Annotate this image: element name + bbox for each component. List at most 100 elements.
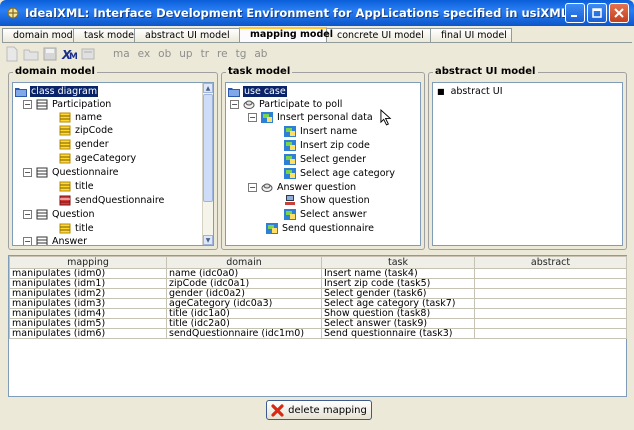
- collapse-icon[interactable]: −: [23, 168, 32, 177]
- table-row[interactable]: manipulates (idm4) title (idc1a0) Show q…: [9, 308, 627, 319]
- save-icon[interactable]: [42, 46, 58, 62]
- tree-node-agecategory[interactable]: ageCategory: [59, 152, 137, 165]
- attribute-icon: [59, 223, 71, 234]
- toolbar-ma[interactable]: ma: [113, 48, 130, 60]
- minimize-button[interactable]: [565, 3, 585, 23]
- tree-node-label: Participation: [52, 99, 112, 110]
- tree-node-label: title: [75, 223, 94, 234]
- tree-node-questionnaire[interactable]: − Questionnaire: [23, 166, 120, 179]
- toolbar-tr[interactable]: tr: [201, 48, 209, 60]
- table-row[interactable]: manipulates (idm3) ageCategory (idc0a3) …: [9, 298, 627, 309]
- tree-node-insert-personal-data[interactable]: − Insert personal data: [248, 111, 374, 124]
- tree-node-insert-name[interactable]: Insert name: [284, 125, 358, 138]
- tab-mapping-model[interactable]: mapping model: [239, 27, 333, 42]
- tree-node-select-gender[interactable]: Select gender: [284, 153, 367, 166]
- delete-mapping-button[interactable]: delete mapping: [266, 400, 372, 420]
- collapse-icon[interactable]: −: [230, 100, 239, 109]
- close-button[interactable]: [609, 3, 629, 23]
- domain-tree[interactable]: class diagram − Participation name zipCo…: [12, 82, 214, 246]
- tree-node-title[interactable]: title: [59, 180, 95, 193]
- tree-root-label: class diagram: [30, 86, 99, 97]
- collapse-icon[interactable]: −: [248, 183, 257, 192]
- collapse-icon[interactable]: −: [23, 237, 32, 245]
- abstract-ui-list[interactable]: ■ abstract UI: [432, 82, 623, 246]
- delete-icon: [271, 403, 284, 417]
- tab-task-model[interactable]: task model: [73, 28, 137, 42]
- cell-task: Show question (task8): [321, 308, 475, 319]
- task-tree[interactable]: use case − Participate to poll − Insert …: [225, 82, 421, 246]
- toolbar-ob[interactable]: ob: [158, 48, 171, 60]
- tree-node-label: Insert personal data: [277, 112, 373, 123]
- cell-domain: sendQuestionnaire (idc1m0): [166, 328, 322, 339]
- column-header-mapping[interactable]: mapping: [9, 256, 167, 269]
- toolbar-ab[interactable]: ab: [254, 48, 267, 60]
- toolbar-tg[interactable]: tg: [236, 48, 247, 60]
- table-row[interactable]: manipulates (idm6) sendQuestionnaire (id…: [9, 328, 627, 339]
- tree-node-answer-question[interactable]: − Answer question: [248, 181, 357, 194]
- tree-node-zipcode[interactable]: zipCode: [59, 124, 114, 137]
- xml-icon[interactable]: XM: [61, 46, 77, 62]
- tree-node-sendquestionnaire[interactable]: sendQuestionnaire: [59, 194, 165, 207]
- mapping-table[interactable]: mapping domain task abstract manipulates…: [8, 255, 627, 397]
- tree-node-label: Answer question: [277, 182, 357, 193]
- toolbar-re[interactable]: re: [217, 48, 228, 60]
- column-header-task[interactable]: task: [321, 256, 475, 269]
- maximize-button[interactable]: [587, 3, 607, 23]
- title-bar[interactable]: IdealXML: Interface Development Environm…: [0, 0, 634, 26]
- collapse-icon[interactable]: −: [23, 100, 32, 109]
- cell-mapping: manipulates (idm1): [9, 278, 167, 289]
- tree-root-use-case[interactable]: use case: [228, 85, 287, 98]
- open-icon[interactable]: [23, 46, 39, 62]
- cell-task: Insert zip code (task5): [321, 278, 475, 289]
- tree-node-label: Send questionnaire: [282, 223, 375, 234]
- tree-node-gender[interactable]: gender: [59, 138, 110, 151]
- toolbar-ex[interactable]: ex: [138, 48, 151, 60]
- cell-task: Select answer (task9): [321, 318, 475, 329]
- folder-icon: [15, 88, 27, 97]
- attribute-icon: [59, 125, 71, 136]
- interaction-task-icon: [284, 209, 296, 220]
- tree-node-select-answer[interactable]: Select answer: [284, 208, 368, 221]
- list-item-abstract-ui[interactable]: ■ abstract UI: [437, 85, 504, 98]
- interaction-task-icon: [284, 154, 296, 165]
- collapse-icon[interactable]: −: [248, 113, 257, 122]
- scroll-up-icon[interactable]: ▲: [203, 83, 213, 93]
- tab-concrete-ui-model[interactable]: concrete UI model: [326, 28, 431, 42]
- collapse-icon[interactable]: −: [23, 210, 32, 219]
- cell-task: Insert name (task4): [321, 268, 475, 279]
- tab-final-ui-model[interactable]: final UI model: [430, 28, 512, 42]
- scrollbar-thumb[interactable]: [203, 94, 213, 202]
- tree-node-insert-zip-code[interactable]: Insert zip code: [284, 139, 371, 152]
- tree-node-participate[interactable]: − Participate to poll: [230, 98, 343, 111]
- svg-text:M: M: [69, 52, 77, 62]
- tree-node-question-title[interactable]: title: [59, 222, 95, 235]
- tab-abstract-ui-model[interactable]: abstract UI model: [134, 28, 240, 42]
- tree-node-label: Participate to poll: [259, 99, 343, 110]
- tree-root-class-diagram[interactable]: class diagram: [15, 85, 99, 98]
- tree-node-label: Select answer: [300, 209, 367, 220]
- tree-node-send-questionnaire[interactable]: Send questionnaire: [266, 222, 375, 235]
- class-icon: [36, 236, 48, 245]
- tree-node-name[interactable]: name: [59, 111, 103, 124]
- tab-domain-model[interactable]: domain model: [2, 28, 81, 42]
- tree-root-label: use case: [243, 86, 287, 97]
- mouse-pointer-icon: [380, 109, 392, 126]
- interaction-task-icon: [261, 112, 273, 123]
- tree-node-show-question[interactable]: Show question: [284, 194, 371, 207]
- toolbar-up[interactable]: up: [179, 48, 192, 60]
- table-row[interactable]: manipulates (idm1) zipCode (idc0a1) Inse…: [9, 278, 627, 289]
- export-icon[interactable]: [80, 46, 96, 62]
- scroll-down-icon[interactable]: ▼: [203, 235, 213, 245]
- tree-node-question[interactable]: − Question: [23, 208, 96, 221]
- column-header-domain[interactable]: domain: [166, 256, 322, 269]
- table-row[interactable]: manipulates (idm2) gender (idc0a2) Selec…: [9, 288, 627, 299]
- table-row[interactable]: manipulates (idm5) title (idc2a0) Select…: [9, 318, 627, 329]
- column-header-abstract[interactable]: abstract: [474, 256, 627, 269]
- table-row[interactable]: manipulates (idm0) name (idc0a0) Insert …: [9, 268, 627, 279]
- new-icon[interactable]: [4, 46, 20, 62]
- tree-node-answer[interactable]: − Answer: [23, 235, 88, 246]
- tree-node-label: Answer: [52, 236, 87, 246]
- domain-tree-scrollbar[interactable]: ▲ ▼: [202, 83, 213, 245]
- tree-node-select-age-category[interactable]: Select age category: [284, 167, 396, 180]
- tree-node-participation[interactable]: − Participation: [23, 98, 112, 111]
